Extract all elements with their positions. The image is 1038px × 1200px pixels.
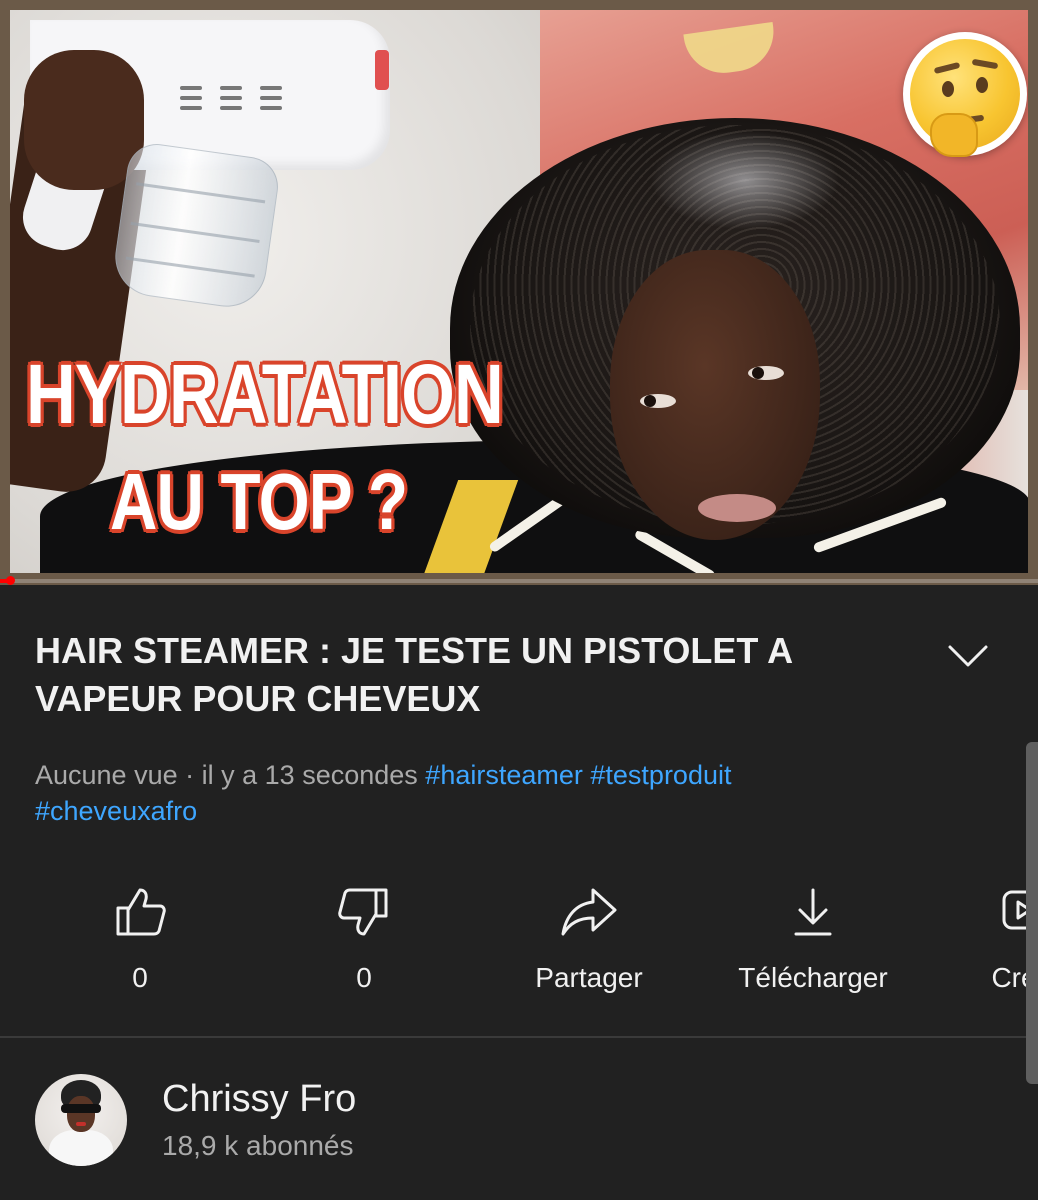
hashtag-link[interactable]: #hairsteamer [425, 760, 583, 790]
scrollbar[interactable] [1026, 742, 1038, 1084]
progress-bar[interactable] [0, 576, 1038, 585]
video-thumbnail[interactable]: HYDRATATION AU TOP ? [10, 10, 1028, 573]
hashtag-link[interactable]: #testproduit [590, 760, 731, 790]
channel-row[interactable]: Chrissy Fro 18,9 k abonnés [0, 1040, 1038, 1200]
download-label: Télécharger [738, 962, 888, 993]
thumbs-up-icon [110, 882, 170, 942]
video-meta: Aucune vue · il y a 13 secondes #hairste… [35, 757, 935, 829]
share-button[interactable]: Partager [479, 882, 699, 994]
like-button[interactable]: 0 [30, 882, 250, 994]
action-bar: 0 0 Partager Télécharger Cre [0, 870, 1038, 1020]
channel-name[interactable]: Chrissy Fro [162, 1078, 356, 1121]
meta-separator: · [185, 760, 195, 790]
view-count: Aucune vue [35, 760, 178, 790]
divider [0, 1036, 1038, 1038]
avatar[interactable] [35, 1074, 127, 1166]
download-icon [783, 882, 843, 942]
download-button[interactable]: Télécharger [703, 882, 923, 994]
dislike-button[interactable]: 0 [254, 882, 474, 994]
thinking-face-emoji [903, 32, 1027, 157]
upload-age: il y a 13 secondes [201, 760, 418, 790]
thumbnail-caption-line2: AU TOP ? [110, 457, 408, 546]
expand-description-button[interactable] [940, 628, 996, 684]
water-bottle [110, 140, 282, 312]
progress-scrubber[interactable] [6, 576, 16, 585]
hand [24, 50, 144, 190]
chevron-down-icon [948, 645, 988, 667]
video-title[interactable]: HAIR STEAMER : JE TESTE UN PISTOLET A VA… [35, 627, 915, 723]
video-player[interactable]: HYDRATATION AU TOP ? [0, 0, 1038, 585]
share-icon [559, 882, 619, 942]
share-label: Partager [535, 962, 643, 993]
dislike-count: 0 [356, 962, 372, 993]
like-count: 0 [132, 962, 148, 993]
steam [650, 130, 840, 230]
subscriber-count: 18,9 k abonnés [162, 1130, 354, 1161]
create-button[interactable]: Cre [904, 882, 1038, 994]
thumbnail-caption-line1: HYDRATATION [26, 347, 504, 441]
thumbs-down-icon [334, 882, 394, 942]
hashtag-link[interactable]: #cheveuxafro [35, 796, 197, 826]
